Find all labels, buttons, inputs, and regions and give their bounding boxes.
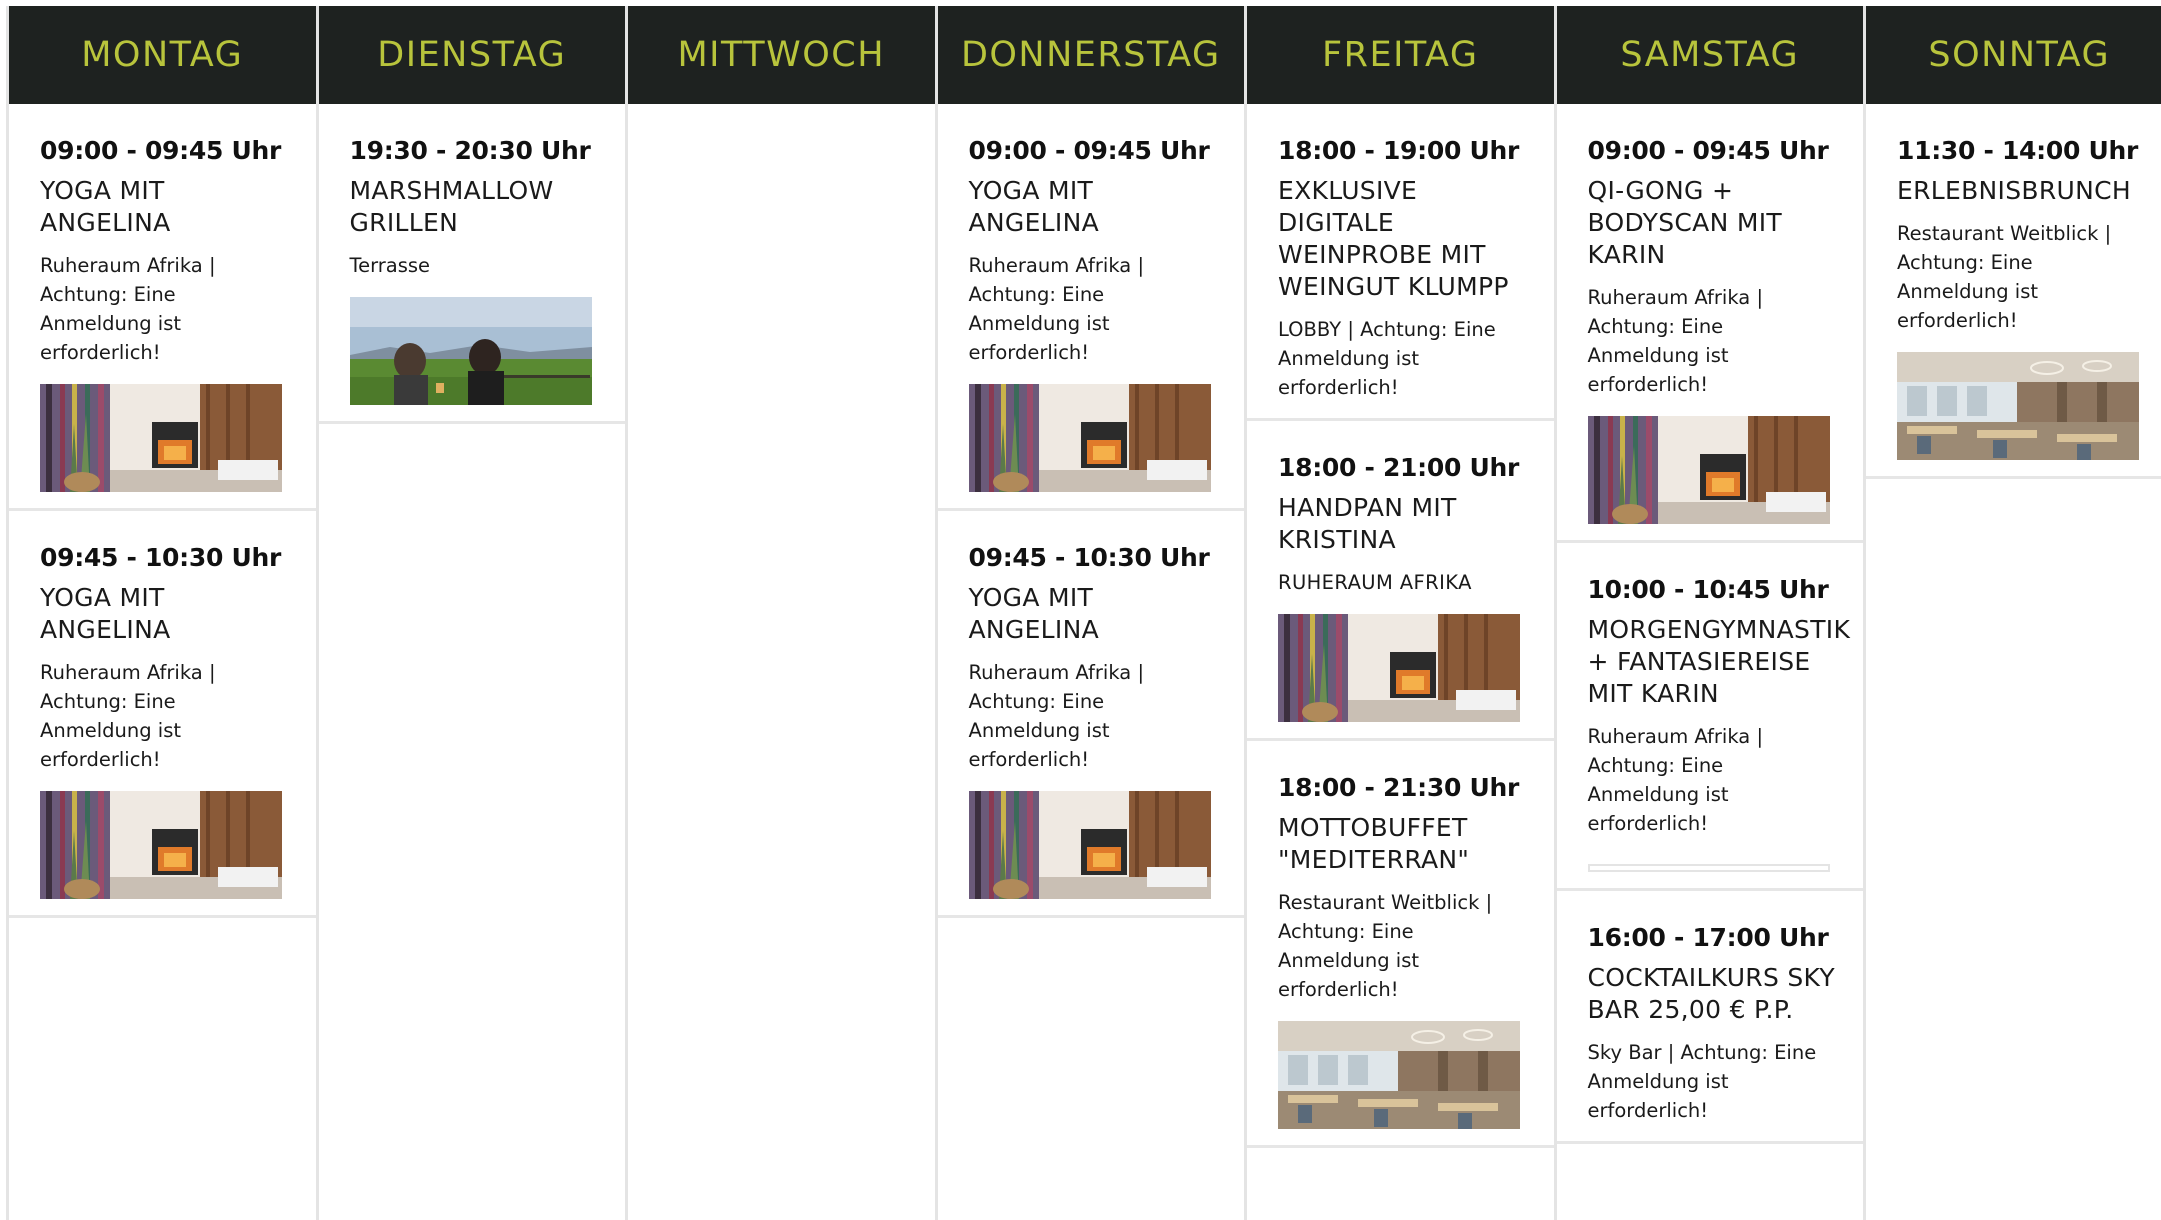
event-time: 09:00 - 09:45 Uhr: [1587, 136, 1829, 165]
event-card[interactable]: 09:00 - 09:45 Uhr YOGA MIT ANGELINA Ruhera…: [9, 104, 316, 511]
event-title[interactable]: MOTTOBUFFET "MEDITERRAN": [1278, 812, 1526, 876]
event-card[interactable]: 11:30 - 14:00 Uhr ERLEBNISBRUNCH Restauran…: [1866, 104, 2161, 479]
day-column-sonntag: SONNTAG 11:30 - 14:00 Uhr ERLEBNISBRUNCH Re…: [1863, 6, 2161, 1220]
outdoor-people-image[interactable]: [349, 297, 592, 405]
event-card[interactable]: 09:00 - 09:45 Uhr YOGA MIT ANGELINA Ruhera…: [937, 104, 1244, 511]
spa-fireplace-image[interactable]: [40, 384, 282, 492]
event-time: 09:00 - 09:45 Uhr: [40, 136, 281, 165]
event-card[interactable]: 19:30 - 20:30 Uhr MARSHMALLOW GRILLEN Terr…: [318, 104, 625, 424]
event-location: Ruheraum Afrika | Achtung: Eine Anmeldun…: [40, 254, 216, 364]
event-time: 18:00 - 21:00 Uhr: [1278, 453, 1519, 482]
event-time: 16:00 - 17:00 Uhr: [1587, 923, 1829, 952]
day-header: DIENSTAG: [318, 6, 625, 104]
event-list: 09:00 - 09:45 Uhr YOGA MIT ANGELINA Ruhera…: [937, 104, 1244, 1220]
day-header: DONNERSTAG: [937, 6, 1244, 104]
event-time: 19:30 - 20:30 Uhr: [349, 136, 591, 165]
event-card[interactable]: 18:00 - 19:00 Uhr EXKLUSIVE DIGITALE WEIN…: [1247, 104, 1554, 421]
event-time: 18:00 - 19:00 Uhr: [1278, 136, 1519, 165]
day-column-donnerstag: DONNERSTAG 09:00 - 09:45 Uhr YOGA MIT ANGE…: [934, 6, 1244, 1220]
restaurant-image[interactable]: [1897, 352, 2139, 460]
event-location: RUHERAUM AFRIKA: [1278, 571, 1472, 594]
event-time: 11:30 - 14:00 Uhr: [1897, 136, 2138, 165]
event-card[interactable]: 16:00 - 17:00 Uhr COCKTAILKURS SKY BAR 25…: [1556, 891, 1863, 1144]
spa-fireplace-image[interactable]: [1587, 416, 1830, 524]
event-location: Restaurant Weitblick | Achtung: Eine Anm…: [1278, 891, 1493, 1001]
event-list: 11:30 - 14:00 Uhr ERLEBNISBRUNCH Restauran…: [1866, 104, 2161, 1220]
event-title[interactable]: YOGA MIT ANGELINA: [40, 582, 288, 646]
spa-fireplace-image[interactable]: [968, 384, 1211, 492]
event-list: 09:00 - 09:45 Uhr QI-GONG + BODYSCAN MIT …: [1556, 104, 1863, 1220]
event-list: 18:00 - 19:00 Uhr EXKLUSIVE DIGITALE WEIN…: [1247, 104, 1554, 1220]
event-card[interactable]: 10:00 - 10:45 Uhr MORGENGYMNASTIK + FANTA…: [1556, 543, 1863, 891]
event-image-placeholder: [1587, 864, 1830, 872]
day-header: FREITAG: [1247, 6, 1554, 104]
event-title[interactable]: HANDPAN MIT KRISTINA: [1278, 492, 1526, 556]
event-card[interactable]: 09:45 - 10:30 Uhr YOGA MIT ANGELINA Ruhera…: [937, 511, 1244, 918]
day-column-dienstag: DIENSTAG 19:30 - 20:30 Uhr MARSHMALLOW GRI…: [315, 6, 625, 1220]
event-location: Ruheraum Afrika | Achtung: Eine Anmeldun…: [968, 661, 1145, 771]
event-card[interactable]: 18:00 - 21:00 Uhr HANDPAN MIT KRISTINA RUH…: [1247, 421, 1554, 741]
event-title[interactable]: EXKLUSIVE DIGITALE WEINPROBE MIT WEINGUT…: [1278, 175, 1526, 303]
event-time: 09:45 - 10:30 Uhr: [968, 543, 1210, 572]
event-location: Ruheraum Afrika | Achtung: Eine Anmeldun…: [1587, 725, 1764, 835]
day-column-freitag: FREITAG 18:00 - 19:00 Uhr EXKLUSIVE DIGITA…: [1244, 6, 1554, 1220]
event-title[interactable]: YOGA MIT ANGELINA: [40, 175, 288, 239]
event-time: 18:00 - 21:30 Uhr: [1278, 773, 1519, 802]
event-card[interactable]: 18:00 - 21:30 Uhr MOTTOBUFFET "MEDITERRAN…: [1247, 741, 1554, 1148]
event-location: Ruheraum Afrika | Achtung: Eine Anmeldun…: [1587, 286, 1764, 396]
event-title[interactable]: COCKTAILKURS SKY BAR 25,00 € p.P.: [1588, 962, 1836, 1026]
event-time: 09:45 - 10:30 Uhr: [40, 543, 281, 572]
day-header: SAMSTAG: [1556, 6, 1863, 104]
spa-fireplace-image[interactable]: [40, 791, 282, 899]
event-time: 10:00 - 10:45 Uhr: [1587, 575, 1829, 604]
event-title[interactable]: QI-GONG + BODYSCAN MIT KARIN: [1588, 175, 1836, 271]
event-card[interactable]: 09:00 - 09:45 Uhr QI-GONG + BODYSCAN MIT …: [1556, 104, 1863, 543]
event-time: 09:00 - 09:45 Uhr: [968, 136, 1210, 165]
event-location: Sky Bar | Achtung: Eine Anmeldung ist er…: [1587, 1041, 1817, 1122]
event-list: [628, 104, 935, 1220]
event-location: Terrasse: [349, 254, 431, 277]
event-location: Ruheraum Afrika | Achtung: Eine Anmeldun…: [40, 661, 216, 771]
day-header: MITTWOCH: [628, 6, 935, 104]
spa-fireplace-image[interactable]: [968, 791, 1211, 899]
day-column-samstag: SAMSTAG 09:00 - 09:45 Uhr QI-GONG + BODYSC…: [1553, 6, 1863, 1220]
event-list: 19:30 - 20:30 Uhr MARSHMALLOW GRILLEN Terr…: [318, 104, 625, 1220]
event-title[interactable]: MARSHMALLOW GRILLEN: [350, 175, 598, 239]
day-column-mittwoch: MITTWOCH: [625, 6, 935, 1220]
spa-fireplace-image[interactable]: [1278, 614, 1520, 722]
event-location: Ruheraum Afrika | Achtung: Eine Anmeldun…: [968, 254, 1145, 364]
event-location: LOBBY | Achtung: Eine Anmeldung ist erfo…: [1278, 318, 1496, 399]
weekly-schedule: MONTAG 09:00 - 09:45 Uhr YOGA MIT ANGELINA…: [6, 6, 2161, 1220]
event-title[interactable]: YOGA MIT ANGELINA: [969, 582, 1217, 646]
event-card[interactable]: 09:45 - 10:30 Uhr YOGA MIT ANGELINA Ruhera…: [9, 511, 316, 918]
restaurant-image[interactable]: [1278, 1021, 1520, 1129]
day-column-montag: MONTAG 09:00 - 09:45 Uhr YOGA MIT ANGELINA…: [6, 6, 316, 1220]
event-title[interactable]: ERLEBNISBRUNCH: [1897, 175, 2145, 207]
day-header: SONNTAG: [1866, 6, 2161, 104]
event-location: Restaurant Weitblick | Achtung: Eine Anm…: [1897, 222, 2112, 332]
day-header: MONTAG: [9, 6, 316, 104]
event-title[interactable]: MORGENGYMNASTIK + FANTASIEREISE MIT KARI…: [1588, 614, 1850, 710]
event-title[interactable]: YOGA MIT ANGELINA: [969, 175, 1217, 239]
event-list: 09:00 - 09:45 Uhr YOGA MIT ANGELINA Ruhera…: [9, 104, 316, 1220]
